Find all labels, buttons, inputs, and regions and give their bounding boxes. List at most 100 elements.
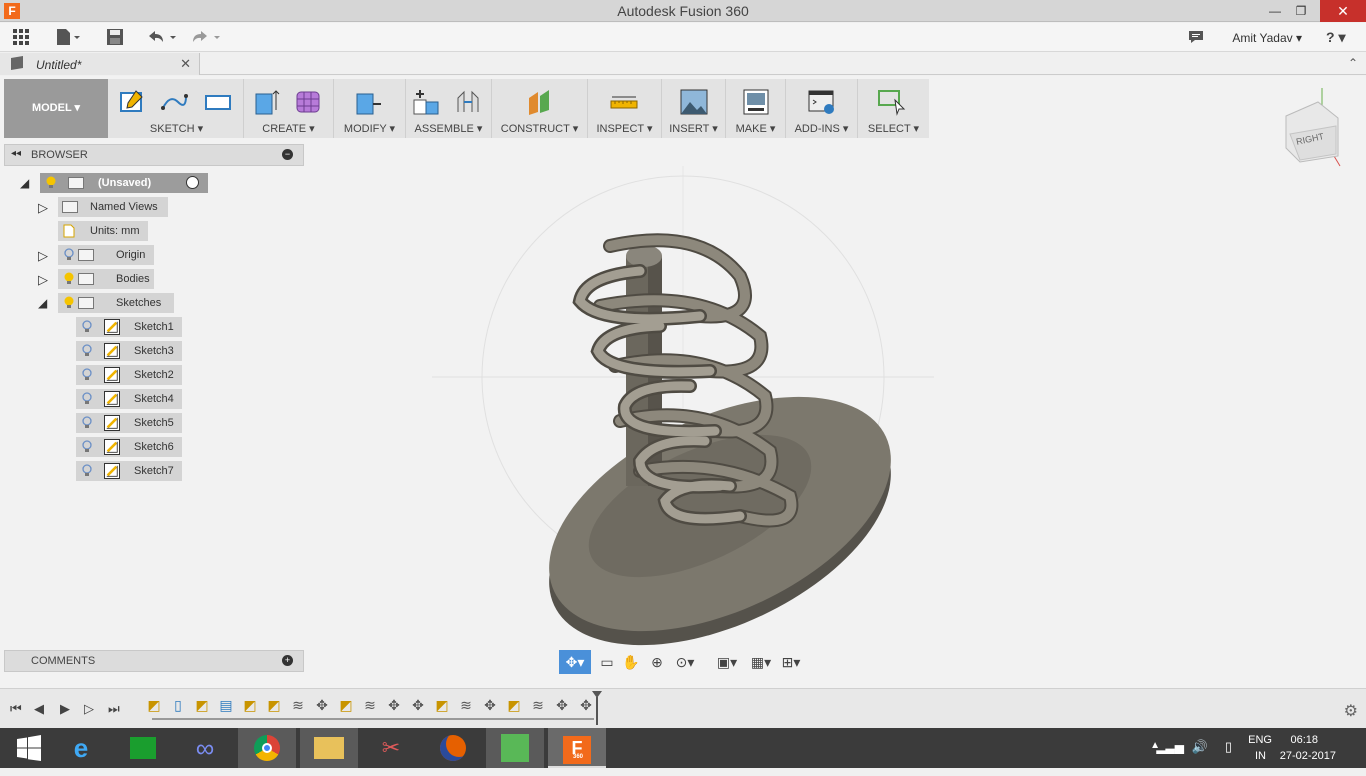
workspace-switcher[interactable]: MODEL ▾ xyxy=(4,79,108,138)
sketch-node[interactable]: Sketch2 xyxy=(76,365,182,385)
collapse-arrow-icon[interactable]: ◢ xyxy=(20,176,29,190)
maximize-button[interactable]: ❐ xyxy=(1288,0,1314,22)
visibility-bulb-icon[interactable] xyxy=(64,272,74,285)
sketch-group[interactable]: SKETCH ▾ xyxy=(110,79,244,138)
timeline-move-feature-icon[interactable]: ✥ xyxy=(385,696,403,714)
inspect-menu[interactable]: INSPECT ▾ xyxy=(588,122,661,135)
clock-date[interactable]: 27-02-2017 xyxy=(1280,750,1336,762)
timeline-sketch-feature-icon[interactable]: ◩ xyxy=(145,696,163,714)
visibility-bulb-icon[interactable] xyxy=(82,368,92,381)
timeline-extrude-feature-icon[interactable]: ▯ xyxy=(169,696,187,714)
make-menu[interactable]: MAKE ▾ xyxy=(726,122,785,135)
timeline-sketch-feature-icon[interactable]: ◩ xyxy=(433,696,451,714)
windows-start-icon[interactable] xyxy=(0,728,58,768)
timeline-move-feature-icon[interactable]: ✥ xyxy=(481,696,499,714)
view-cube[interactable] xyxy=(1285,88,1341,167)
spline-icon[interactable] xyxy=(160,88,188,116)
visibility-bulb-icon[interactable] xyxy=(64,248,74,261)
sketch-node[interactable]: Sketch6 xyxy=(76,437,182,457)
grid-settings-icon[interactable]: ▦▾ xyxy=(745,650,777,674)
fusion-360-taskbar-icon[interactable]: F 360 xyxy=(548,728,606,768)
visibility-bulb-icon[interactable] xyxy=(64,296,74,309)
measure-icon[interactable] xyxy=(610,88,638,116)
minimize-button[interactable]: — xyxy=(1262,0,1288,22)
viewports-icon[interactable]: ⊞▾ xyxy=(775,650,807,674)
activate-radio-icon[interactable] xyxy=(186,176,199,189)
timeline-move-feature-icon[interactable]: ✥ xyxy=(553,696,571,714)
timeline-settings-gear-icon[interactable]: ⚙ xyxy=(1344,701,1358,721)
timeline-body-feature-icon[interactable]: ▤ xyxy=(217,696,235,714)
sketches-node[interactable]: Sketches xyxy=(58,293,174,313)
undo-icon[interactable] xyxy=(146,28,178,46)
sketch-node[interactable]: Sketch7 xyxy=(76,461,182,481)
select-icon[interactable] xyxy=(878,88,906,116)
rectangle-icon[interactable] xyxy=(204,88,232,116)
timeline-move-feature-icon[interactable]: ✥ xyxy=(409,696,427,714)
clock-time[interactable]: 06:18 xyxy=(1290,734,1318,746)
expand-arrow-icon[interactable]: ▷ xyxy=(38,200,48,216)
redo-icon[interactable] xyxy=(190,28,224,46)
offset-plane-icon[interactable] xyxy=(526,88,554,116)
assemble-group[interactable]: ASSEMBLE ▾ xyxy=(406,79,492,138)
extrude-icon[interactable] xyxy=(252,88,280,116)
zoom-window-icon[interactable]: ⊙▾ xyxy=(669,650,701,674)
scripts-icon[interactable] xyxy=(808,88,836,116)
sketch-node[interactable]: Sketch5 xyxy=(76,413,182,433)
bodies-node[interactable]: Bodies xyxy=(58,269,154,289)
document-tab[interactable]: Untitled* ✕ xyxy=(0,53,200,75)
3d-print-icon[interactable] xyxy=(742,88,770,116)
insert-image-icon[interactable] xyxy=(680,88,708,116)
file-explorer-icon[interactable] xyxy=(300,728,358,768)
visibility-bulb-icon[interactable] xyxy=(82,464,92,477)
timeline-previous-icon[interactable]: ◀ xyxy=(34,701,44,717)
battery-icon[interactable]: ▯ xyxy=(1225,739,1232,755)
sketch-menu[interactable]: SKETCH ▾ xyxy=(110,122,243,135)
add-comment-button[interactable]: + xyxy=(282,655,293,666)
timeline-move-feature-icon[interactable]: ✥ xyxy=(313,696,331,714)
inspect-group[interactable]: INSPECT ▾ xyxy=(588,79,662,138)
timeline-next-icon[interactable]: ▷ xyxy=(84,701,94,717)
insert-menu[interactable]: INSERT ▾ xyxy=(662,122,725,135)
visibility-bulb-icon[interactable] xyxy=(82,344,92,357)
construct-menu[interactable]: CONSTRUCT ▾ xyxy=(492,122,587,135)
create-group[interactable]: CREATE ▾ xyxy=(244,79,334,138)
insert-group[interactable]: INSERT ▾ xyxy=(662,79,726,138)
expand-arrow-icon[interactable]: ▷ xyxy=(38,248,48,264)
close-window-button[interactable]: ✕ xyxy=(1320,0,1366,22)
timeline-coil-feature-icon[interactable]: ≋ xyxy=(361,696,379,714)
model-canvas[interactable] xyxy=(0,76,1366,688)
timeline-sketch-feature-icon[interactable]: ◩ xyxy=(241,696,259,714)
timeline-sketch-feature-icon[interactable]: ◩ xyxy=(265,696,283,714)
collapse-arrow-icon[interactable]: ◢ xyxy=(38,296,47,310)
timeline-sketch-feature-icon[interactable]: ◩ xyxy=(193,696,211,714)
select-group[interactable]: SELECT ▾ xyxy=(858,79,929,138)
create-sketch-icon[interactable] xyxy=(118,88,146,116)
comments-panel-header[interactable]: COMMENTS + xyxy=(4,650,304,672)
network-signal-icon[interactable]: ▂▃▅ xyxy=(1156,740,1184,754)
joint-icon[interactable] xyxy=(454,88,482,116)
modify-group[interactable]: MODIFY ▾ xyxy=(334,79,406,138)
timeline-first-icon[interactable]: ⏮ xyxy=(10,701,22,717)
timeline-sketch-feature-icon[interactable]: ◩ xyxy=(337,696,355,714)
timeline-sketch-feature-icon[interactable]: ◩ xyxy=(505,696,523,714)
input-region[interactable]: IN xyxy=(1255,750,1266,762)
close-tab-button[interactable]: ✕ xyxy=(180,56,191,72)
volume-icon[interactable]: 🔊 xyxy=(1192,739,1208,755)
store-icon[interactable] xyxy=(114,728,172,768)
visibility-bulb-icon[interactable] xyxy=(82,440,92,453)
add-ins-group[interactable]: ADD-INS ▾ xyxy=(786,79,858,138)
assemble-menu[interactable]: ASSEMBLE ▾ xyxy=(406,122,491,135)
timeline-play-icon[interactable]: ▶ xyxy=(60,701,70,717)
visibility-bulb-icon[interactable] xyxy=(82,416,92,429)
timeline-last-icon[interactable]: ⏭ xyxy=(108,701,120,717)
visibility-bulb-icon[interactable] xyxy=(82,320,92,333)
data-panel-grid-icon[interactable] xyxy=(12,28,30,46)
visibility-bulb-icon[interactable] xyxy=(46,176,56,189)
modify-menu[interactable]: MODIFY ▾ xyxy=(334,122,405,135)
browser-minimize-button[interactable]: − xyxy=(282,149,293,160)
origin-node[interactable]: Origin xyxy=(58,245,154,265)
create-menu[interactable]: CREATE ▾ xyxy=(244,122,333,135)
canvas-viewport[interactable]: RIGHT xyxy=(0,76,1366,688)
orbit-icon[interactable]: ✥▾ xyxy=(559,650,591,674)
internet-explorer-icon[interactable]: e xyxy=(52,728,110,768)
